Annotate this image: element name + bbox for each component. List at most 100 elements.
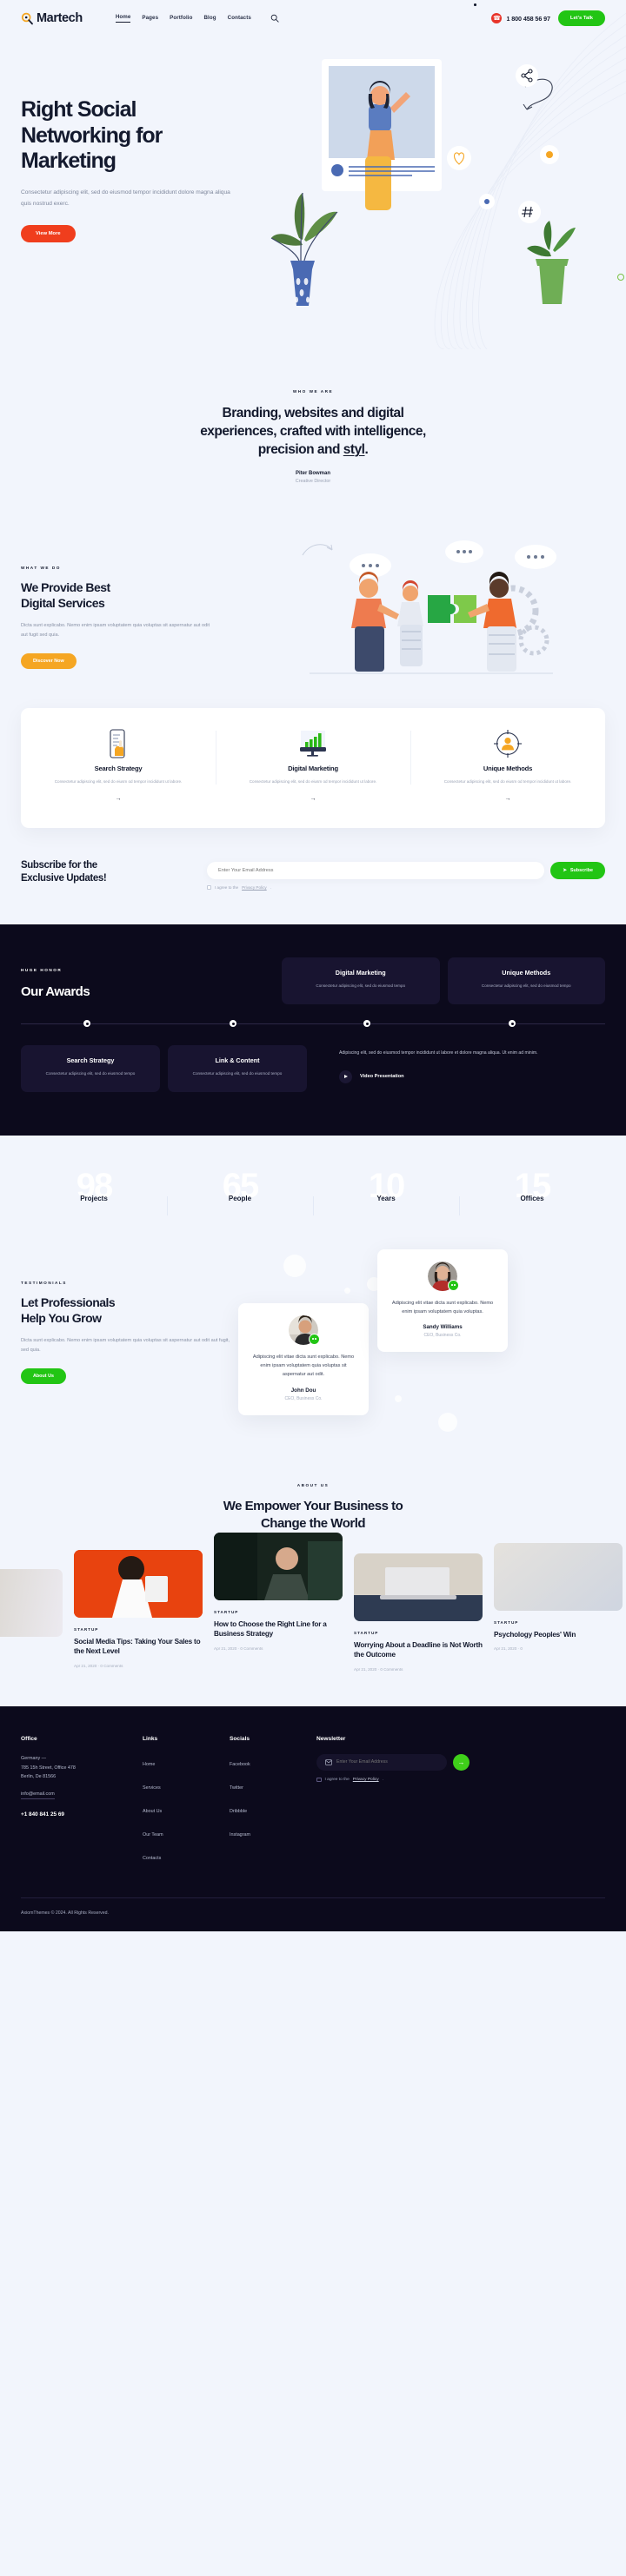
subscribe-button[interactable]: ➤ Subscribe xyxy=(550,861,605,879)
feature-card-arrow-icon[interactable]: → xyxy=(428,796,588,802)
footer-email-link[interactable]: info@email.com xyxy=(21,1791,55,1800)
nav-item-contacts[interactable]: Contacts xyxy=(228,15,251,23)
blog-post-psychology-partial[interactable]: STARTUP Psychology Peoples' Win Apr 21, … xyxy=(494,1543,623,1672)
newsletter-privacy-checkbox[interactable] xyxy=(316,1777,322,1783)
about-us-button[interactable]: About Us xyxy=(21,1368,66,1385)
awards-eyebrow: HUGE HONOR xyxy=(21,967,63,972)
magnifier-logo-icon xyxy=(21,12,34,25)
post-meta: Apr 21, 2020 · 0 Comments xyxy=(214,1646,263,1651)
blog-posts: and STARTUP Social Media Tips: Taking Yo… xyxy=(0,1533,626,1706)
blog-post-choose-right-line[interactable]: STARTUP How to Choose the Right Line for… xyxy=(214,1533,343,1672)
feature-card-arrow-icon[interactable]: → xyxy=(38,796,198,802)
stat-years: 10 Years xyxy=(313,1169,459,1215)
footer-link-about-us[interactable]: About Us xyxy=(143,1809,162,1814)
nav-item-blog[interactable]: Blog xyxy=(203,15,216,23)
hero-copy: Right Social Networking for Marketing Co… xyxy=(21,63,282,242)
timeline-marker-4[interactable] xyxy=(509,1020,516,1028)
testimonial-author-name: Sandy Williams xyxy=(423,1324,463,1331)
awards-info: Adipiscing elit, sed do eiusmod tempor i… xyxy=(315,1045,605,1092)
decorative-bubble xyxy=(395,1394,402,1402)
stat-label: Offices xyxy=(520,1194,544,1202)
feature-card-arrow-icon[interactable]: → xyxy=(233,796,393,802)
who-we-are-section: WHO WE ARE Branding, websites and digita… xyxy=(0,367,626,519)
blog-post-partial-left[interactable]: and xyxy=(0,1569,63,1672)
footer-link-home[interactable]: Home xyxy=(143,1762,155,1767)
award-card-text: Consectetur adipiscing elit, sed do eius… xyxy=(45,1070,136,1076)
footer-divider xyxy=(21,1897,605,1898)
logo-text: Martech xyxy=(37,11,83,25)
post-title: How to Choose the Right Line for a Busin… xyxy=(214,1620,327,1639)
nav-item-home[interactable]: Home xyxy=(115,14,131,23)
subscribe-title: Subscribe for the Exclusive Updates! xyxy=(21,859,107,884)
list-item: Our Team xyxy=(143,1824,230,1840)
testimonial-text: Adipiscing elit vitae dicta sunt explica… xyxy=(252,1354,355,1378)
subscribe-form: ➤ Subscribe I agree to the Privacy Polic… xyxy=(207,859,605,890)
blog-post-worrying-deadline[interactable]: STARTUP Worrying About a Deadline is Not… xyxy=(354,1553,483,1672)
footer-social-instagram[interactable]: Instagram xyxy=(230,1832,250,1838)
award-card-link-content[interactable]: Link & Content Consectetur adipiscing el… xyxy=(168,1044,307,1092)
awards-copy: HUGE HONOR Our Awards xyxy=(21,968,282,1004)
footer-social-dribbble[interactable]: Dribbble xyxy=(230,1809,247,1814)
award-card-text: Consectetur adipiscing elit, sed do eius… xyxy=(192,1070,283,1076)
decorative-bubble xyxy=(283,1254,306,1277)
site-logo[interactable]: Martech xyxy=(21,11,83,25)
feature-card-title: Unique Methods xyxy=(483,764,533,772)
feature-cards: Search Strategy Consectetur adipiscing e… xyxy=(21,707,605,828)
award-card-unique-methods[interactable]: Unique Methods Consectetur adipiscing el… xyxy=(447,957,605,1004)
hero-view-more-button[interactable]: View More xyxy=(21,224,76,242)
what-we-do-eyebrow: WHAT WE DO xyxy=(21,565,61,570)
post-meta: Apr 21, 2020 · 0 Comments xyxy=(354,1666,403,1672)
blog-post-social-media-tips[interactable]: STARTUP Social Media Tips: Taking Your S… xyxy=(74,1550,203,1672)
award-card-title: Digital Marketing xyxy=(335,968,386,977)
award-card-search-strategy[interactable]: Search Strategy Consectetur adipiscing e… xyxy=(21,1044,160,1092)
subscribe-email-input[interactable] xyxy=(207,861,545,879)
testimonial-card-sandy-williams[interactable]: Adipiscing elit vitae dicta sunt explica… xyxy=(377,1248,508,1353)
discover-now-button[interactable]: Discover Now xyxy=(21,652,77,669)
post-meta: Apr 21, 2020 · 0 xyxy=(494,1646,523,1652)
footer-social-twitter[interactable]: Twitter xyxy=(230,1785,243,1791)
feature-card-digital-marketing[interactable]: Digital Marketing Consectetur adipiscing… xyxy=(216,727,410,802)
footer-newsletter-heading: Newsletter xyxy=(316,1735,346,1742)
header-actions: ☎ 1 800 458 56 97 Let's Talk xyxy=(491,10,605,26)
hero-subtitle: Consectetur adipiscing elit, sed do eius… xyxy=(21,189,230,208)
footer-link-services[interactable]: Services xyxy=(143,1785,161,1791)
testimonial-card-john-dou[interactable]: Adipiscing elit vitae dicta sunt explica… xyxy=(238,1302,369,1415)
teamwork-illustration xyxy=(219,540,605,684)
newsletter-privacy-policy-link[interactable]: Privacy Policy xyxy=(353,1778,379,1782)
subscribe-button-label: Subscribe xyxy=(569,867,593,873)
feature-card-unique-methods[interactable]: Unique Methods Consectetur adipiscing el… xyxy=(410,727,605,802)
feature-card-title: Search Strategy xyxy=(94,764,143,772)
feature-card-search-strategy[interactable]: Search Strategy Consectetur adipiscing e… xyxy=(21,727,216,802)
stat-projects: 98 Projects xyxy=(21,1169,167,1203)
list-item: Facebook xyxy=(230,1754,316,1770)
privacy-policy-link[interactable]: Privacy Policy xyxy=(242,885,267,890)
footer-social-facebook[interactable]: Facebook xyxy=(230,1762,250,1767)
timeline-marker-1[interactable] xyxy=(83,1020,90,1028)
timeline-marker-2[interactable] xyxy=(230,1020,236,1028)
post-category: STARTUP xyxy=(494,1620,519,1626)
privacy-checkbox[interactable] xyxy=(207,884,211,890)
footer-link-contacts[interactable]: Contacts xyxy=(143,1856,161,1861)
stat-label: People xyxy=(228,1194,252,1202)
award-card-digital-marketing[interactable]: Digital Marketing Consectetur adipiscing… xyxy=(282,957,440,1004)
quote-badge-icon xyxy=(448,1279,459,1291)
footer-links-list: Home Services About Us Our Team Contacts xyxy=(143,1754,230,1864)
search-icon[interactable] xyxy=(270,14,279,23)
newsletter-submit-button[interactable]: → xyxy=(453,1753,470,1771)
avatar xyxy=(428,1261,459,1291)
video-presentation-button[interactable]: Video Presentation xyxy=(339,1069,605,1083)
post-thumbnail xyxy=(0,1569,63,1638)
lets-talk-button[interactable]: Let's Talk xyxy=(557,10,605,26)
timeline-marker-3[interactable] xyxy=(363,1020,370,1028)
phone-block[interactable]: ☎ 1 800 458 56 97 xyxy=(491,13,550,23)
nav-item-pages[interactable]: Pages xyxy=(142,15,158,23)
decorative-bubble xyxy=(344,1287,350,1294)
quote-underlined-word: styl xyxy=(343,441,365,457)
newsletter-email-input[interactable] xyxy=(336,1759,438,1765)
footer-link-our-team[interactable]: Our Team xyxy=(143,1832,163,1838)
target-person-icon xyxy=(428,727,588,760)
blog-eyebrow: ABOUT US xyxy=(296,1482,330,1487)
footer-socials-heading: Socials xyxy=(230,1735,250,1742)
footer-copyright: AxiomThemes © 2024. All Rights Reserved. xyxy=(21,1910,109,1916)
nav-item-portfolio[interactable]: Portfolio xyxy=(170,15,192,23)
